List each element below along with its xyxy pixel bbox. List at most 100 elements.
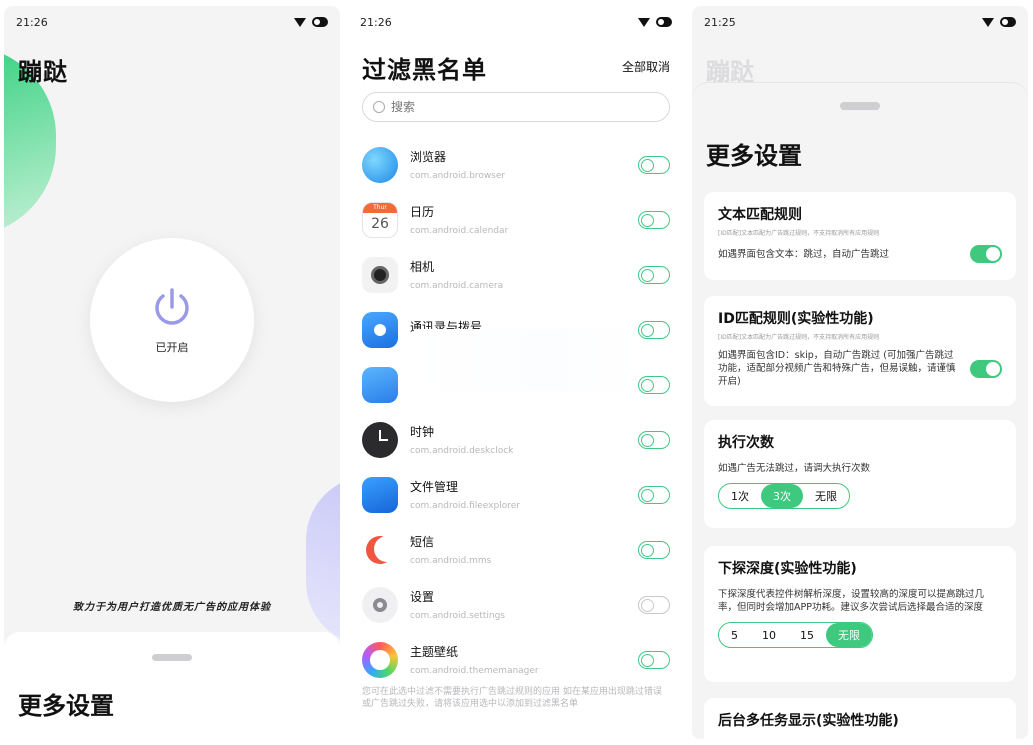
folder-icon [362,476,398,513]
app-toggle[interactable] [638,375,670,394]
exec-count-selector: 1次 3次 无限 [718,483,850,509]
app-title: 蹦跶 [18,58,68,86]
app-toggle[interactable] [638,540,670,559]
toggle-status-icon [1000,17,1016,27]
card-description: 如遇广告无法跳过，请调大执行次数 [718,463,871,474]
page-title: 过滤黑名单 [362,56,487,84]
app-toggle[interactable] [638,485,670,504]
app-package: com.android.deskclock [410,446,514,456]
search-input[interactable] [391,100,631,114]
app-toggle[interactable] [638,430,670,449]
app-toggle[interactable] [638,320,670,339]
list-item[interactable]: 相机 com.android.camera [362,247,670,302]
card-title: 执行次数 [718,435,774,451]
card-description: 下探深度代表控件树解析深度，设置较高的深度可以提高跳过几率，但同时会增加APP功… [718,589,985,613]
search-icon [373,101,385,113]
tagline: 致力于为用户打造优质无广告的应用体验 [73,602,271,613]
list-item[interactable]: 设置 com.android.settings [362,577,670,632]
list-item[interactable]: Thur 26 日历 com.android.calendar [362,192,670,247]
card-note: [ID匹配]文本匹配为广告跳过规则，不支持取消所有应用规则 [718,230,880,237]
app-name: 日历 [410,205,435,219]
card-title: ID匹配规则(实验性功能) [718,311,874,327]
app-name: 文件管理 [410,480,459,494]
status-time: 21:25 [704,15,736,29]
app-toggle[interactable] [638,650,670,669]
app-package: com.android.thememanager [410,666,539,676]
blacklist-footer-note: 您可在此选中过滤不需要执行广告跳过规则的应用 如在某应用出现跳过错误或广告跳过失… [362,687,662,709]
app-package: com.android.camera [410,281,504,291]
wifi-icon [638,17,650,27]
depth-option-15[interactable]: 15 [788,623,826,647]
toggle-status-icon [656,17,672,27]
list-item[interactable]: 时钟 com.android.deskclock [362,412,670,467]
depth-selector: 5 10 15 无限 [718,622,873,648]
wifi-icon [982,17,994,27]
app-package: com.android.mms [410,556,492,566]
app-name: 短信 [410,535,435,549]
more-settings-title: 更多设置 [18,692,114,720]
app-name: 相机 [410,260,435,274]
wifi-icon [294,17,306,27]
theme-icon [362,641,398,678]
power-button[interactable]: 已开启 [90,238,254,402]
app-package: com.android.browser [410,171,506,181]
camera-icon [362,256,398,293]
power-icon [155,288,189,325]
clock-icon [362,421,398,458]
page-title: 更多设置 [706,142,802,170]
app-toggle[interactable] [638,155,670,174]
depth-option-unlimited[interactable]: 无限 [826,623,872,647]
multitask-card: 后台多任务显示(实验性功能) [704,698,1016,739]
text-rule-card: 文本匹配规则 [ID匹配]文本匹配为广告跳过规则，不支持取消所有应用规则 如遇界… [704,192,1016,280]
sheet-handle[interactable] [840,102,880,110]
status-time: 21:26 [360,15,392,29]
card-note: [ID匹配]文本匹配为广告跳过规则，不支持取消所有应用规则 [718,334,880,341]
calendar-day: 26 [371,215,389,232]
sheet-handle[interactable] [152,654,192,661]
card-description: 如遇界面包含文本：跳过，自动广告跳过 [718,248,890,260]
more-settings-screen: 21:25 蹦跶 更多设置 文本匹配规则 [ID匹配]文本匹配为广告跳过规则，不… [692,6,1028,739]
app-toggle[interactable] [638,265,670,284]
app-name: 浏览器 [410,150,447,164]
browser-icon [362,146,398,183]
app-screens: 21:26 蹦跶 已开启 致力于为用户打造优质无广告的应用体验 更多设置 21:… [0,0,1033,745]
list-item[interactable]: 短信 com.android.mms [362,522,670,577]
contacts-icon [362,311,398,348]
exec-count-card: 执行次数 如遇广告无法跳过，请调大执行次数 1次 3次 无限 [704,420,1016,528]
toggle-status-icon [312,17,328,27]
status-bar: 21:26 [4,6,340,38]
card-title: 文本匹配规则 [718,207,802,223]
id-rule-switch[interactable] [970,359,1002,378]
depth-option-10[interactable]: 10 [750,623,788,647]
exec-count-option-1[interactable]: 1次 [719,484,761,508]
list-item[interactable]: 浏览器 com.android.browser [362,137,670,192]
text-rule-switch[interactable] [970,245,1002,263]
card-description: 如遇界面包含ID：skip，自动广告跳过 (可加强广告跳过功能，适配部分视频广告… [718,350,956,387]
deselect-all-button[interactable]: 全部取消 [622,58,670,75]
calendar-weekday: Thur [363,202,397,213]
app-package: com.android.settings [410,611,505,621]
settings-icon [362,586,398,623]
card-title: 后台多任务显示(实验性功能) [718,713,899,729]
exec-count-option-3[interactable]: 3次 [761,484,803,508]
search-bar[interactable] [362,92,670,122]
render-artifact [414,329,638,391]
exec-count-option-unlimited[interactable]: 无限 [803,484,849,508]
depth-option-5[interactable]: 5 [719,623,750,647]
app-toggle[interactable] [638,210,670,229]
app-list: 浏览器 com.android.browser Thur 26 日历 com.and… [362,137,670,687]
home-screen: 21:26 蹦跶 已开启 致力于为用户打造优质无广告的应用体验 更多设置 [4,6,340,739]
calendar-icon: Thur 26 [362,201,398,238]
app-name: 主题壁纸 [410,645,459,659]
app-package: com.android.calendar [410,226,509,236]
list-item[interactable]: 主题壁纸 com.android.thememanager [362,632,670,687]
status-bar: 21:26 [348,6,684,38]
power-status-label: 已开启 [155,341,189,354]
app-toggle[interactable] [638,595,670,614]
app-package: com.android.fileexplorer [410,501,520,511]
card-title: 下探深度(实验性功能) [718,561,857,577]
id-rule-card: ID匹配规则(实验性功能) [ID匹配]文本匹配为广告跳过规则，不支持取消所有应… [704,296,1016,406]
status-time: 21:26 [16,15,48,29]
sms-icon [362,531,398,568]
list-item[interactable]: 文件管理 com.android.fileexplorer [362,467,670,522]
